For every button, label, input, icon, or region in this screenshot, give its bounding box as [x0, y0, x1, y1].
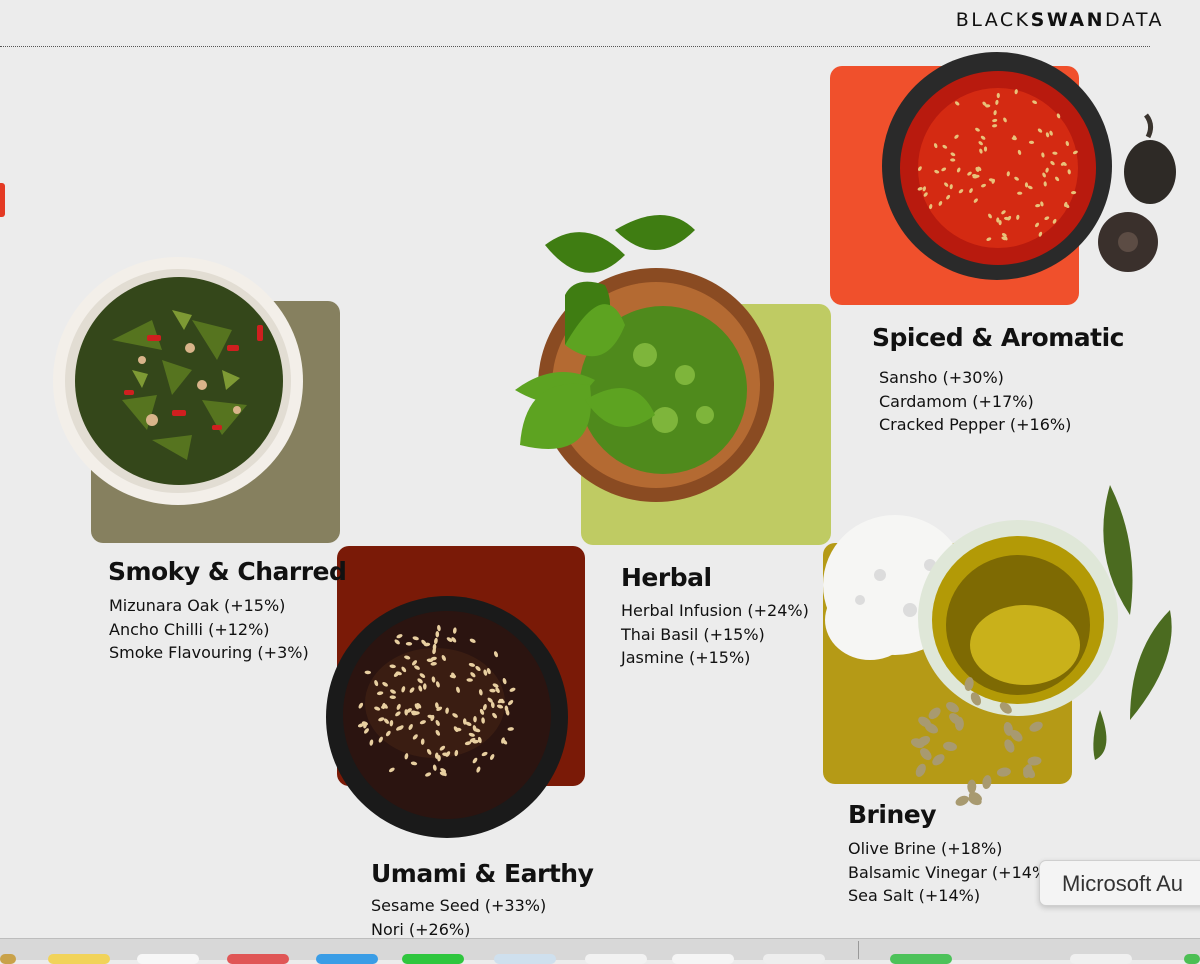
header-divider [0, 46, 1150, 47]
list-item: Olive Brine (+18%) [848, 839, 1003, 858]
oil-bowl-image [823, 485, 1172, 806]
herbal-title: Herbal [621, 563, 712, 592]
speckle [1004, 739, 1015, 753]
smoky-title: Smoky & Charred [108, 557, 347, 586]
speckle [920, 748, 932, 761]
list-item: Mizunara Oak (+15%) [109, 596, 286, 615]
speckle [967, 779, 977, 794]
sesame-bowl-image [326, 596, 568, 838]
spiced-title: Spiced & Aromatic [872, 323, 1124, 352]
spiced-items: Sansho (+30%) Cardamom (+17%) Cracked Pe… [879, 366, 1071, 437]
speckle [1029, 721, 1043, 732]
speckle [946, 702, 959, 713]
dock-separator [858, 941, 859, 959]
briney-items: Olive Brine (+18%) Balsamic Vinegar (+14… [848, 837, 1053, 908]
list-item: Sea Salt (+14%) [848, 886, 981, 905]
speckle [996, 92, 1000, 99]
speckle [983, 146, 988, 152]
speckle [423, 683, 427, 690]
facetime-icon[interactable] [890, 954, 952, 964]
list-item: Ancho Chilli (+12%) [109, 619, 270, 639]
briney-title: Briney [848, 800, 937, 829]
app-icon[interactable] [763, 954, 825, 964]
list-item: Cardamom (+17%) [879, 391, 1034, 411]
speckle [1017, 191, 1023, 195]
umami-items: Sesame Seed (+33%) Nori (+26%) [371, 894, 546, 941]
smoky-items: Mizunara Oak (+15%) Ancho Chilli (+12%) … [109, 594, 309, 665]
dock-tooltip: Microsoft Au [1039, 860, 1200, 906]
app-icon[interactable] [1184, 954, 1200, 964]
messages-icon[interactable] [402, 954, 464, 964]
list-item: Balsamic Vinegar (+14%) [848, 862, 1054, 882]
speckle [435, 631, 440, 638]
list-item: Sansho (+30%) [879, 368, 1004, 387]
list-item: Sesame Seed (+33%) [371, 896, 547, 915]
app-red-icon[interactable] [227, 954, 289, 964]
speckle [943, 741, 957, 751]
chilli-bowl-image [882, 52, 1176, 280]
speckle [996, 767, 1011, 777]
app-icon[interactable] [672, 954, 734, 964]
notes-icon[interactable] [48, 954, 110, 964]
greens-bowl-image [53, 257, 303, 505]
pesto-bowl-image [515, 215, 774, 502]
speckle [932, 754, 945, 766]
list-item: Cracked Pepper (+16%) [879, 415, 1072, 434]
speckle [982, 775, 992, 790]
herbal-items: Herbal Infusion (+24%) Thai Basil (+15%)… [621, 599, 809, 670]
umami-title: Umami & Earthy [371, 859, 594, 888]
offscreen-shape [0, 183, 5, 217]
safari-icon[interactable] [316, 954, 378, 964]
list-item: Jasmine (+15%) [621, 648, 751, 667]
list-item: Smoke Flavouring (+3%) [109, 643, 309, 662]
brand-logo: BLACKSWANDATA [955, 9, 1164, 31]
speckle [955, 795, 969, 806]
app-icon[interactable] [1070, 954, 1132, 964]
list-item: Herbal Infusion (+24%) [621, 601, 809, 620]
app-icon[interactable] [585, 954, 647, 964]
app-icon[interactable] [494, 954, 556, 964]
speckle [928, 707, 941, 720]
mail-icon[interactable] [137, 954, 199, 964]
finder-icon[interactable] [0, 954, 16, 964]
list-item: Thai Basil (+15%) [621, 624, 765, 644]
speckle [915, 763, 926, 777]
